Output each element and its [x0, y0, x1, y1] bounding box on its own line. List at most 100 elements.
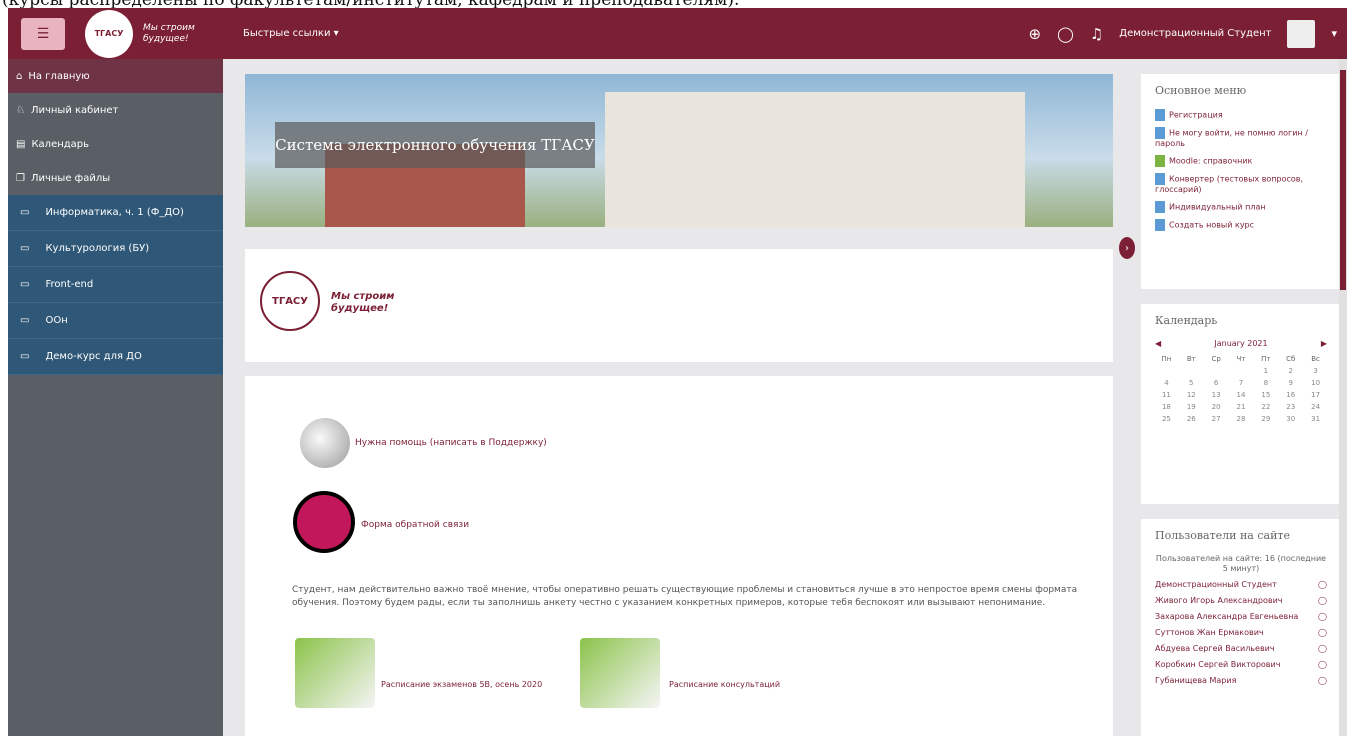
calendar-date[interactable]: 14 [1230, 390, 1253, 400]
calendar-date[interactable]: 3 [1304, 366, 1327, 376]
online-user-name[interactable]: Губанищева Мария [1155, 676, 1236, 686]
sidebar-item-label: На главную [28, 70, 90, 82]
calendar-date[interactable]: 27 [1205, 414, 1228, 424]
support-icon[interactable] [300, 418, 350, 468]
calendar-grid: Пн Вт Ср Чт Пт Сб Вс 1 2 3 4 5 6 7 8 9 10 11 12 13 14 15 16 17 1… [1155, 354, 1327, 424]
course-icon [1155, 219, 1165, 231]
menu-item[interactable]: Конвертер (тестовых вопросов, глоссарий) [1155, 173, 1327, 195]
calendar-date[interactable]: 17 [1304, 390, 1327, 400]
online-user-name[interactable]: Демонстрационный Студент [1155, 580, 1277, 590]
message-icon[interactable]: ◯ [1318, 676, 1327, 686]
sidebar-course-item[interactable]: ▭ Front-end [8, 267, 223, 303]
message-icon[interactable]: ◯ [1318, 660, 1327, 670]
online-user-name[interactable]: Коробкин Сергей Викторович [1155, 660, 1280, 670]
online-user-row[interactable]: Захарова Александра Евгеньевна ◯ [1155, 612, 1327, 622]
sidebar-item-dashboard[interactable]: ♘ Личный кабинет [8, 93, 223, 127]
user-menu-dropdown-icon[interactable]: ▾ [1331, 27, 1337, 40]
message-icon[interactable]: ◯ [1318, 628, 1327, 638]
online-user-name[interactable]: Живого Игорь Александрович [1155, 596, 1283, 606]
calendar-date[interactable]: 2 [1279, 366, 1302, 376]
exam-schedule-link[interactable]: Расписание экзаменов 5В, осень 2020 [381, 680, 542, 689]
site-logo[interactable]: ТГАСУ [85, 9, 133, 58]
calendar-date[interactable]: 4 [1155, 378, 1178, 388]
calendar-date[interactable]: 12 [1180, 390, 1203, 400]
calendar-date[interactable]: 5 [1180, 378, 1203, 388]
sidebar-item-label: Календарь [31, 138, 90, 150]
online-user-row[interactable]: Демонстрационный Студент ◯ [1155, 580, 1327, 590]
main-content: Система электронного обучения ТГАСУ ТГАС… [223, 59, 1141, 736]
calendar-date[interactable]: 22 [1254, 402, 1277, 412]
message-icon[interactable]: ◯ [1318, 612, 1327, 622]
calendar-date[interactable]: 24 [1304, 402, 1327, 412]
calendar-date[interactable]: 18 [1155, 402, 1178, 412]
online-user-row[interactable]: Живого Игорь Александрович ◯ [1155, 596, 1327, 606]
online-user-row[interactable]: Коробкин Сергей Викторович ◯ [1155, 660, 1327, 670]
online-user-row[interactable]: Губанищева Мария ◯ [1155, 676, 1327, 686]
calendar-day-header: Сб [1286, 355, 1296, 363]
message-icon[interactable]: ◯ [1057, 25, 1074, 43]
calendar-date[interactable]: 15 [1254, 390, 1277, 400]
sidebar-course-item[interactable]: ▭ Культурология (БУ) [8, 231, 223, 267]
calendar-date[interactable]: 11 [1155, 390, 1178, 400]
schedule-icon[interactable] [580, 638, 660, 708]
calendar-date[interactable]: 13 [1205, 390, 1228, 400]
menu-item[interactable]: Индивидуальный план [1155, 201, 1327, 213]
calendar-date[interactable]: 29 [1254, 414, 1277, 424]
prev-month-icon[interactable]: ◀ [1155, 339, 1161, 348]
calendar-date[interactable]: 30 [1279, 414, 1302, 424]
calendar-date[interactable]: 28 [1230, 414, 1253, 424]
calendar-nav: ◀ January 2021 ▶ [1155, 339, 1327, 348]
calendar-day-header: Пт [1261, 355, 1271, 363]
sidebar-item-calendar[interactable]: ▤ Календарь [8, 127, 223, 161]
calendar-month[interactable]: January 2021 [1214, 339, 1267, 348]
drawer-toggle-button[interactable]: › [1119, 237, 1135, 259]
calendar-date[interactable]: 31 [1304, 414, 1327, 424]
avatar[interactable] [1287, 19, 1316, 48]
online-user-name[interactable]: Суттонов Жан Ермакович [1155, 628, 1264, 638]
sidebar-course-item[interactable]: ▭ Информатика, ч. 1 (Ф_ДО) [8, 195, 223, 231]
sidebar-course-item[interactable]: ▭ Демо-курс для ДО [8, 339, 223, 375]
online-user-name[interactable]: Захарова Александра Евгеньевна [1155, 612, 1298, 622]
user-icon: ♘ [16, 104, 25, 116]
calendar-date[interactable]: 19 [1180, 402, 1203, 412]
calendar-date[interactable]: 8 [1254, 378, 1277, 388]
calendar-date[interactable]: 10 [1304, 378, 1327, 388]
menu-item[interactable]: Moodle: справочник [1155, 155, 1327, 167]
user-menu-name[interactable]: Демонстрационный Студент [1119, 28, 1271, 39]
schedule-icon[interactable] [295, 638, 375, 708]
calendar-date[interactable]: 25 [1155, 414, 1178, 424]
message-icon[interactable]: ◯ [1318, 596, 1327, 606]
menu-item[interactable]: Не могу войти, не помню логин / пароль [1155, 127, 1327, 149]
calendar-date[interactable]: 6 [1205, 378, 1228, 388]
next-month-icon[interactable]: ▶ [1321, 339, 1327, 348]
sidebar-course-item[interactable]: ▭ ООн [8, 303, 223, 339]
scrollbar-thumb[interactable] [1340, 70, 1346, 290]
banner-building-right [605, 92, 1025, 227]
sidebar-item-files[interactable]: ❐ Личные файлы [8, 161, 223, 195]
calendar-date[interactable]: 9 [1279, 378, 1302, 388]
menu-toggle-button[interactable]: ☰ [21, 17, 65, 50]
calendar-date[interactable]: 21 [1230, 402, 1253, 412]
navbar-actions: ⊕ ◯ ♫ Демонстрационный Студент ▾ [1028, 19, 1347, 48]
calendar-date[interactable]: 16 [1279, 390, 1302, 400]
support-link[interactable]: Нужна помощь (написать в Поддержку) [355, 438, 547, 448]
sidebar-item-home[interactable]: ⌂ На главную [8, 59, 223, 93]
menu-item[interactable]: Регистрация [1155, 109, 1327, 121]
online-user-row[interactable]: Абдуева Сергей Васильевич ◯ [1155, 644, 1327, 654]
message-icon[interactable]: ◯ [1318, 644, 1327, 654]
message-icon[interactable]: ◯ [1318, 580, 1327, 590]
calendar-date[interactable]: 26 [1180, 414, 1203, 424]
feedback-link[interactable]: Форма обратной связи [361, 520, 469, 530]
online-user-name[interactable]: Абдуева Сергей Васильевич [1155, 644, 1275, 654]
consultation-schedule-link[interactable]: Расписание консультаций [669, 680, 780, 689]
feedback-icon[interactable] [293, 491, 355, 553]
calendar-date[interactable]: 7 [1230, 378, 1253, 388]
calendar-date[interactable]: 20 [1205, 402, 1228, 412]
bell-icon[interactable]: ♫ [1090, 25, 1103, 43]
quick-links-menu[interactable]: Быстрые ссылки ▾ [243, 28, 339, 39]
online-user-row[interactable]: Суттонов Жан Ермакович ◯ [1155, 628, 1327, 638]
calendar-date[interactable]: 23 [1279, 402, 1302, 412]
globe-icon[interactable]: ⊕ [1028, 25, 1041, 43]
menu-item[interactable]: Создать новый курс [1155, 219, 1327, 231]
calendar-date[interactable]: 1 [1254, 366, 1277, 376]
